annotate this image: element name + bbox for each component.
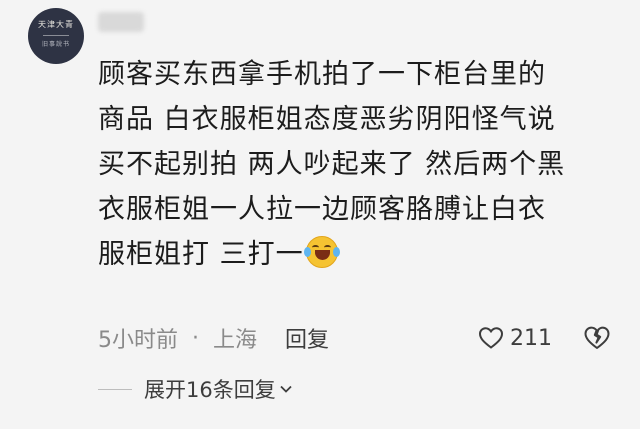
like-button[interactable]: 211 [478, 322, 552, 354]
avatar-top-text: 天津大青 [38, 19, 74, 29]
comment-line: 衣服柜姐一人拉一边顾客胳膊让白衣 [98, 194, 546, 225]
avatar-divider [43, 34, 69, 36]
grinning-squinting-tears-icon [303, 236, 340, 268]
meta-separator: · [192, 325, 199, 351]
broken-heart-icon [584, 326, 610, 349]
comment-text: 顾客买东西拿手机拍了一下柜台里的 商品 白衣服柜姐态度恶劣阴阳怪气说 买不起别拍… [98, 52, 618, 277]
expand-replies-button[interactable]: 展开16条回复 [98, 373, 294, 405]
expand-divider [98, 388, 132, 390]
heart-icon [478, 327, 504, 349]
comment-line-last: 服柜姐打 三打一 [98, 232, 618, 277]
username-blurred[interactable] [98, 12, 144, 32]
expand-replies-label: 展开16条回复 [144, 378, 276, 402]
reply-button[interactable]: 回复 [285, 322, 329, 354]
comment-location: 上海 [213, 328, 258, 353]
comment-line: 商品 白衣服柜姐态度恶劣阴阳怪气说 [98, 104, 556, 135]
like-count: 211 [510, 325, 552, 351]
dislike-button[interactable] [583, 325, 611, 355]
comment-time: 5小时前 [98, 328, 178, 353]
comment-line-text: 服柜姐打 三打一 [98, 239, 304, 270]
comment-line: 买不起别拍 两人吵起来了 然后两个黑 [98, 149, 566, 180]
avatar-bottom-text: 旧事說书 [41, 40, 70, 48]
comment-meta: 5小时前 · 上海 回复 [98, 322, 329, 354]
avatar[interactable]: 天津大青 旧事說书 [28, 8, 84, 64]
comment-line: 顾客买东西拿手机拍了一下柜台里的 [98, 59, 546, 90]
chevron-down-icon [280, 385, 292, 393]
